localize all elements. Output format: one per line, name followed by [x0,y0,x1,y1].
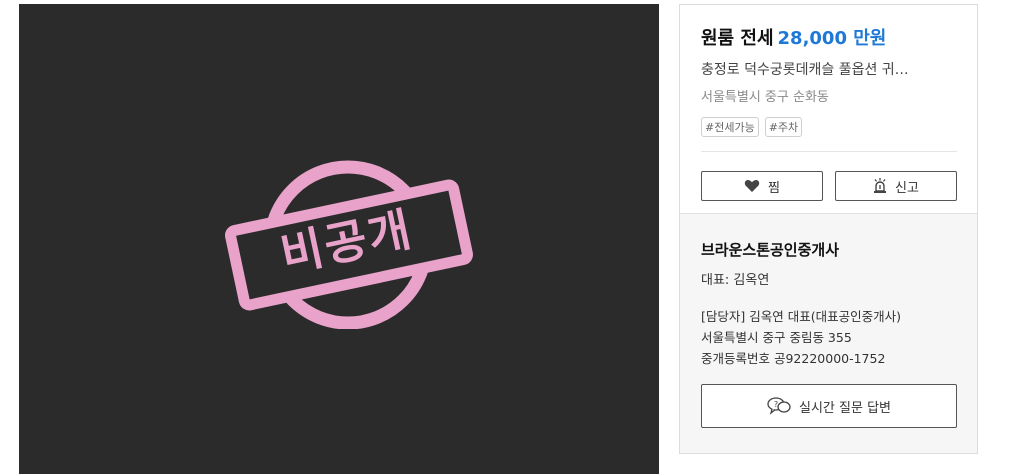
listing-photo: 비공개 [19,4,659,474]
listing-panel: 원룸 전세 28,000 만원 충정로 덕수궁롯데캐슬 풀옵션 귀… 서울특별시 … [679,4,978,454]
qa-button[interactable]: ? 실시간 질문 답변 [701,384,957,428]
favorite-label: 찜 [768,180,780,196]
chat-question-icon: ? [767,397,791,415]
report-label: 신고 [895,180,919,196]
agent-name: 브라운스톤공인중개사 [701,241,840,259]
qa-label: 실시간 질문 답변 [799,400,891,416]
listing-type: 원룸 전세 [701,28,774,49]
listing-price: 28,000 만원 [777,28,887,49]
tag[interactable]: #전세가능 [701,117,759,137]
listing-summary: 원룸 전세 28,000 만원 충정로 덕수궁롯데캐슬 풀옵션 귀… 서울특별시 … [680,5,977,213]
tag-list: #전세가능 #주차 [701,117,957,137]
listing-address: 서울특별시 중구 순화동 [701,90,829,105]
siren-icon [874,178,887,193]
listing-title: 원룸 전세 28,000 만원 [701,27,957,51]
agent-manager: [담당자] 김옥연 대표(대표공인중개사) [701,309,901,324]
agent-info: [담당자] 김옥연 대표(대표공인중개사) 서울특별시 중구 중림동 355 중… [701,306,957,369]
heart-icon [744,179,760,192]
report-button[interactable]: 신고 [835,171,957,201]
agent-office-address: 서울특별시 중구 중림동 355 [701,330,852,345]
agent-representative: 대표: 김옥연 [701,273,770,288]
listing-description: 충정로 덕수궁롯데캐슬 풀옵션 귀… [701,62,909,78]
tag[interactable]: #주차 [764,117,803,137]
agent-registration: 중개등록번호 공92220000-1752 [701,351,886,366]
agent-section: 브라운스톤공인중개사 대표: 김옥연 [담당자] 김옥연 대표(대표공인중개사)… [680,213,977,453]
divider [701,151,957,152]
action-buttons: 찜 신고 [701,171,957,201]
favorite-button[interactable]: 찜 [701,171,823,201]
svg-text:?: ? [774,400,778,409]
